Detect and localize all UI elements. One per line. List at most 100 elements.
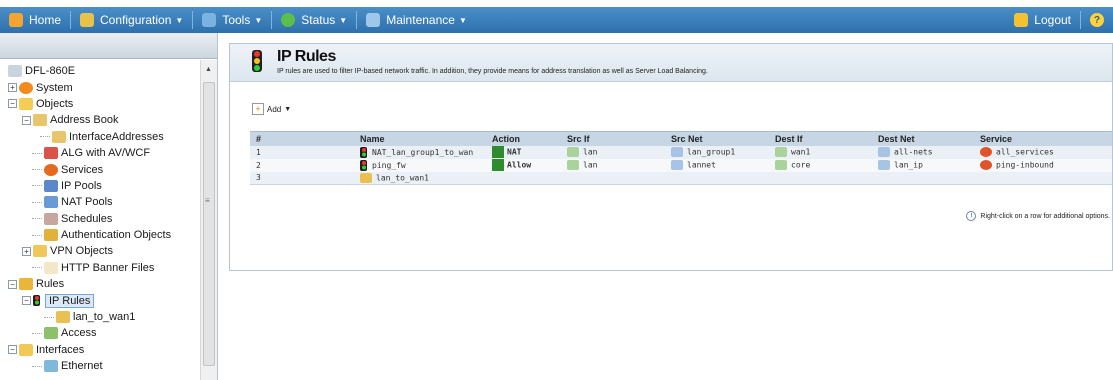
- tree-node-rules[interactable]: − Rules: [0, 276, 200, 292]
- menu-status[interactable]: Status ▼: [272, 7, 356, 33]
- col-header-dest-net[interactable]: Dest Net: [872, 131, 974, 146]
- cell-dest-if: core: [769, 158, 872, 172]
- sidebar-scrollbar[interactable]: ▲ ≡: [200, 60, 217, 380]
- tree-node-ip-rules[interactable]: − IP Rules: [0, 292, 200, 308]
- menu-maintenance[interactable]: Maintenance ▼: [357, 7, 476, 33]
- tree-node-label: Interfaces: [36, 343, 85, 356]
- folder-icon: [19, 343, 33, 356]
- tree-node-schedules[interactable]: Schedules: [0, 211, 200, 227]
- cell-num: 2: [250, 158, 354, 172]
- tree-node-label: ALG with AV/WCF: [61, 147, 151, 160]
- cell-num: 3: [250, 171, 354, 185]
- tree-node-label: Services: [61, 163, 104, 176]
- col-header-src-if[interactable]: Src If: [561, 131, 665, 146]
- collapse-icon[interactable]: −: [22, 296, 31, 306]
- menu-configuration[interactable]: Configuration ▼: [71, 7, 192, 33]
- col-header-dest-if[interactable]: Dest If: [769, 131, 872, 146]
- tree-node-objects[interactable]: − Objects: [0, 96, 200, 112]
- tree-node-vpn-objects[interactable]: + VPN Objects: [0, 243, 200, 259]
- calendar-icon: [44, 212, 58, 225]
- context-menu-hint: i Right-click on a row for additional op…: [966, 211, 1110, 221]
- table-row[interactable]: 2 ping_fw Allow lan lannet core lan_ip p…: [250, 158, 1112, 172]
- tree-connector: [40, 136, 50, 138]
- col-header-src-net[interactable]: Src Net: [665, 131, 769, 146]
- cell-dest-net: [872, 171, 974, 185]
- system-icon: [19, 81, 33, 94]
- tree-node-label: Access: [61, 327, 97, 340]
- tree-node-nat-pools[interactable]: NAT Pools: [0, 194, 200, 210]
- cell-name-text: ping_fw: [372, 160, 406, 170]
- menu-home[interactable]: Home: [0, 7, 70, 33]
- menu-tools-label: Tools: [222, 13, 251, 27]
- add-label: Add: [267, 104, 282, 114]
- help-button[interactable]: ?: [1081, 7, 1113, 33]
- tree-connector: [32, 218, 42, 220]
- collapse-icon[interactable]: −: [22, 115, 31, 125]
- chevron-down-icon: ▼: [458, 15, 467, 25]
- expand-icon[interactable]: +: [22, 246, 31, 256]
- sidebar-header: [0, 33, 217, 59]
- tree-node-ethernet[interactable]: Ethernet: [0, 358, 200, 374]
- tree-node-interface-addresses[interactable]: InterfaceAddresses: [0, 129, 200, 145]
- col-header-action[interactable]: Action: [486, 131, 561, 146]
- table-row[interactable]: 1 NAT_lan_group1_to_wan NAT lan lan_grou…: [250, 145, 1112, 159]
- scroll-up-icon[interactable]: ▲: [205, 66, 212, 73]
- tree-node-address-book[interactable]: − Address Book: [0, 112, 200, 128]
- tree-node-services[interactable]: Services: [0, 161, 200, 177]
- cell-service-text: all_services: [996, 147, 1054, 157]
- add-button[interactable]: + Add ▼: [252, 103, 291, 115]
- tree-connector: [32, 234, 42, 236]
- tree-node-label: Address Book: [50, 114, 119, 127]
- cell-src-net: [665, 171, 769, 185]
- ethernet-icon: [44, 360, 58, 373]
- folder-icon: [360, 172, 372, 183]
- tree-node-auth-objects[interactable]: Authentication Objects: [0, 227, 200, 243]
- address-book-icon: [33, 114, 47, 127]
- tree-node-interfaces[interactable]: − Interfaces: [0, 342, 200, 358]
- tree-node-alg[interactable]: ALG with AV/WCF: [0, 145, 200, 161]
- key-icon: [44, 229, 58, 242]
- cell-src-if-text: lan: [583, 147, 598, 157]
- col-header-num[interactable]: #: [250, 131, 354, 146]
- tree-connector: [32, 267, 42, 269]
- interface-icon: [775, 147, 787, 157]
- cell-src-net-text: lannet: [687, 160, 716, 170]
- tree-connector: [32, 332, 42, 334]
- interface-icon: [567, 147, 579, 157]
- col-header-service[interactable]: Service: [974, 131, 1112, 146]
- tree-node-root[interactable]: DFL-860E: [0, 63, 200, 79]
- tree-node-label: lan_to_wan1: [73, 311, 136, 324]
- network-icon: [671, 160, 683, 170]
- collapse-icon[interactable]: −: [8, 279, 17, 289]
- access-icon: [44, 327, 58, 340]
- tree-connector: [32, 152, 42, 154]
- traffic-light-icon: [252, 50, 262, 72]
- interface-icon: [775, 160, 787, 170]
- tree-node-label: Objects: [36, 97, 74, 110]
- cell-src-net-text: lan_group1: [687, 147, 736, 157]
- menu-tools[interactable]: Tools ▼: [193, 7, 271, 33]
- collapse-icon[interactable]: −: [8, 345, 17, 355]
- menu-maintenance-label: Maintenance: [386, 13, 455, 27]
- tree-node-access[interactable]: Access: [0, 325, 200, 341]
- cell-dest-net-text: all-nets: [894, 147, 933, 157]
- cell-num: 1: [250, 145, 354, 159]
- chevron-down-icon: ▼: [175, 15, 184, 25]
- tree-node-http-banner[interactable]: HTTP Banner Files: [0, 260, 200, 276]
- logout-button[interactable]: Logout: [1005, 7, 1080, 33]
- cell-dest-if-text: wan1: [791, 147, 811, 157]
- menu-status-label: Status: [301, 13, 336, 27]
- scrollbar-thumb[interactable]: [203, 82, 215, 366]
- expand-icon[interactable]: +: [8, 83, 17, 93]
- tree-node-lan-to-wan1[interactable]: lan_to_wan1: [0, 309, 200, 325]
- tree-node-system[interactable]: + System: [0, 79, 200, 95]
- cell-dest-if-text: core: [791, 160, 811, 170]
- cell-action: NAT: [486, 145, 561, 159]
- col-header-name[interactable]: Name: [354, 131, 486, 146]
- page-title: IP Rules: [277, 48, 336, 65]
- tree-node-ip-pools[interactable]: IP Pools: [0, 178, 200, 194]
- collapse-icon[interactable]: −: [8, 99, 17, 109]
- nat-action-icon: [492, 146, 504, 158]
- table-row[interactable]: 3 lan_to_wan1: [250, 171, 1112, 185]
- cell-src-if: lan: [561, 145, 665, 159]
